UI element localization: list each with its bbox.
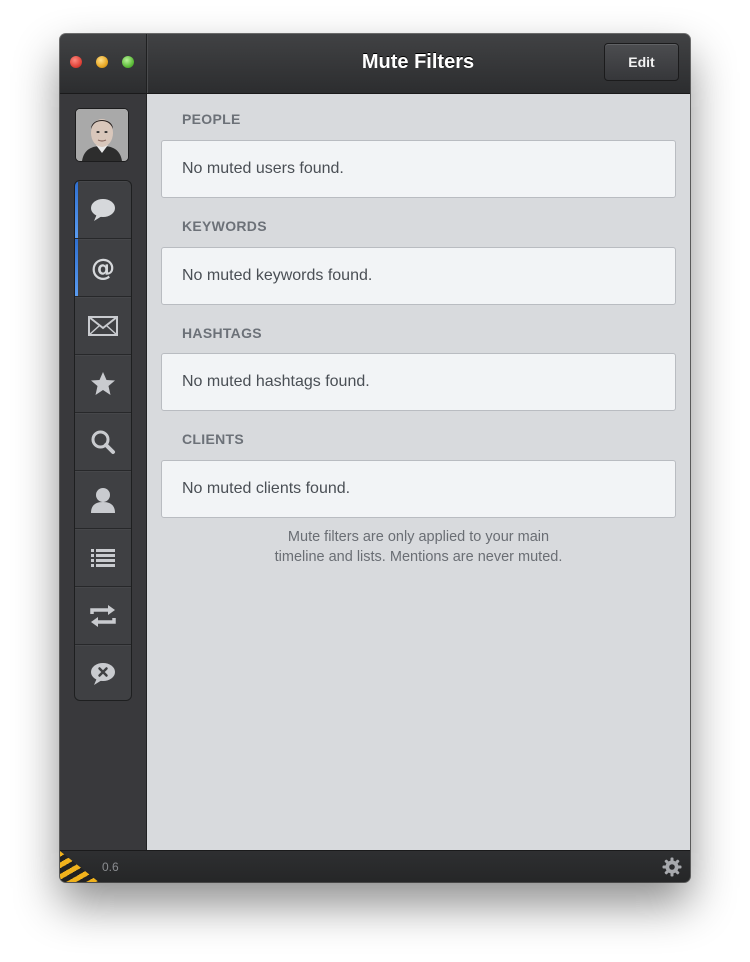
sidebar-item-messages[interactable] [75, 297, 131, 355]
people-list[interactable]: No muted users found. [161, 140, 676, 198]
star-icon [88, 369, 118, 399]
hashtags-list[interactable]: No muted hashtags found. [161, 353, 676, 411]
keywords-list[interactable]: No muted keywords found. [161, 247, 676, 305]
nav-group: @ [74, 180, 132, 701]
mute-filters-panel: PEOPLE No muted users found. KEYWORDS No… [147, 94, 690, 850]
avatar-image [76, 109, 128, 161]
status-bar: 0.6 [60, 850, 690, 882]
sidebar-item-lists[interactable] [75, 529, 131, 587]
hazard-stripe-icon [60, 851, 100, 882]
clients-empty-text: No muted clients found. [182, 480, 351, 497]
hashtags-empty-text: No muted hashtags found. [182, 373, 370, 390]
sidebar-item-favorites[interactable] [75, 355, 131, 413]
sidebar-item-mute-filters[interactable] [75, 645, 131, 700]
avatar[interactable] [75, 108, 129, 162]
app-window: Mute Filters Edit @ PEOPLE No muted user… [60, 34, 690, 882]
mute-footnote: Mute filters are only applied to your ma… [161, 527, 676, 567]
version-label: 0.6 [102, 860, 119, 874]
at-sign-icon: @ [88, 253, 118, 283]
clients-heading: CLIENTS [182, 431, 244, 447]
keywords-heading: KEYWORDS [182, 218, 267, 234]
search-icon [88, 427, 118, 457]
title-bar: Mute Filters Edit [60, 34, 690, 94]
people-empty-text: No muted users found. [182, 160, 344, 177]
speech-bubble-icon [88, 195, 118, 225]
envelope-icon [88, 311, 118, 341]
list-icon [88, 543, 118, 573]
people-heading: PEOPLE [182, 111, 241, 127]
zoom-window-button[interactable] [122, 56, 134, 68]
sidebar-item-retweets[interactable] [75, 587, 131, 645]
minimize-window-button[interactable] [96, 56, 108, 68]
sidebar-item-mentions[interactable]: @ [75, 239, 131, 297]
clients-list[interactable]: No muted clients found. [161, 460, 676, 518]
sidebar: @ [60, 94, 147, 850]
muted-bubble-icon [88, 659, 118, 689]
close-window-button[interactable] [70, 56, 82, 68]
svg-text:@: @ [91, 254, 115, 282]
footnote-line-1: Mute filters are only applied to your ma… [287, 529, 550, 545]
gear-icon[interactable] [662, 857, 682, 877]
edit-button[interactable]: Edit [604, 43, 679, 81]
footnote-line-2: timeline and lists. Mentions are never m… [274, 549, 563, 565]
sidebar-item-timeline[interactable] [75, 181, 131, 239]
keywords-empty-text: No muted keywords found. [182, 267, 373, 284]
sidebar-item-profile[interactable] [75, 471, 131, 529]
hashtags-heading: HASHTAGS [182, 325, 262, 341]
sidebar-item-search[interactable] [75, 413, 131, 471]
person-icon [88, 485, 118, 515]
retweet-icon [88, 601, 118, 631]
